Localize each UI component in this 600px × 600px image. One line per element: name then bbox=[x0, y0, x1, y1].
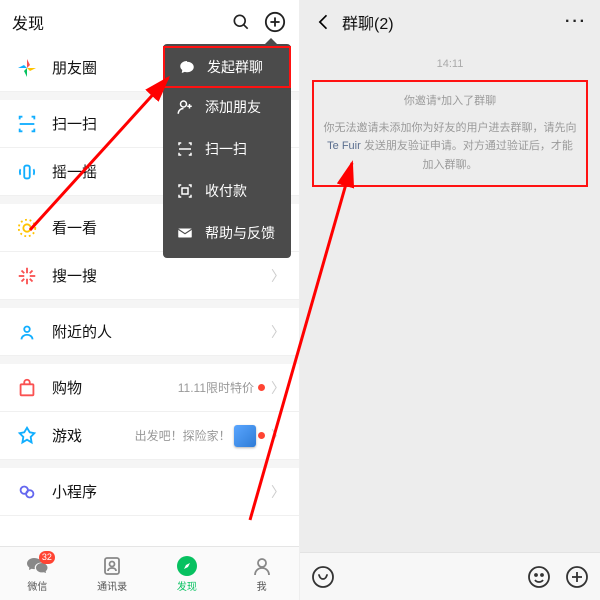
menu-item-label: 扫一扫 bbox=[205, 139, 247, 159]
badge: 32 bbox=[39, 551, 55, 564]
system-message: 你邀请*加入了群聊 你无法邀请未添加你为好友的用户进去群聊，请先向 Te Fui… bbox=[312, 80, 588, 187]
chevron-right-icon: 〉 bbox=[271, 322, 285, 342]
list-item-label: 游戏 bbox=[52, 425, 135, 446]
list-item-meta: 出发吧！探险家！ bbox=[135, 425, 265, 447]
tab-label: 发现 bbox=[177, 578, 197, 593]
scan-icon bbox=[175, 139, 195, 159]
left-header: 发现 bbox=[0, 0, 299, 44]
chat-pane: 群聊(2) ··· 14:11 你邀请*加入了群聊 你无法邀请未添加你为好友的用… bbox=[300, 0, 600, 600]
chevron-right-icon: 〉 bbox=[271, 482, 285, 502]
red-dot-icon bbox=[258, 432, 265, 439]
shake-icon bbox=[14, 159, 40, 185]
tab-label: 通讯录 bbox=[97, 578, 127, 593]
menu-item-scan[interactable]: 扫一扫 bbox=[163, 128, 291, 170]
tab-label: 我 bbox=[257, 578, 267, 593]
menu-item-label: 发起群聊 bbox=[207, 57, 263, 77]
scan-icon bbox=[14, 111, 40, 137]
tab-contacts[interactable]: 通讯录 bbox=[75, 547, 150, 600]
menu-item-label: 收付款 bbox=[205, 181, 247, 201]
list-item-shopping[interactable]: 购物 11.11限时特价 〉 bbox=[0, 364, 299, 412]
list-item-games[interactable]: 游戏 出发吧！探险家！ 〉 bbox=[0, 412, 299, 460]
list-item-label: 附近的人 bbox=[52, 321, 265, 342]
miniprogram-icon bbox=[14, 479, 40, 505]
moments-icon bbox=[14, 55, 40, 81]
emoji-icon[interactable] bbox=[526, 564, 552, 590]
right-header: 群聊(2) ··· bbox=[300, 0, 600, 44]
discover-pane: 发现 朋友圈 〉 扫一扫 〉 bbox=[0, 0, 300, 600]
mail-icon bbox=[175, 223, 195, 243]
menu-item-label: 帮助与反馈 bbox=[205, 223, 275, 243]
list-item-label: 搜一搜 bbox=[52, 265, 265, 286]
user-link[interactable]: Te Fuir bbox=[327, 140, 361, 152]
nearby-icon bbox=[14, 319, 40, 345]
list-item-miniprograms[interactable]: 小程序 〉 bbox=[0, 468, 299, 516]
search-icon[interactable] bbox=[229, 10, 253, 34]
left-tabbar: 32 微信 通讯录 发现 我 bbox=[0, 546, 299, 600]
system-line: 你无法邀请未添加你为好友的用户进去群聊，请先向 Te Fuir 发送朋友验证申请… bbox=[322, 119, 578, 175]
left-title: 发现 bbox=[12, 10, 219, 34]
chat-input-bar bbox=[300, 552, 600, 600]
search-discover-icon bbox=[14, 263, 40, 289]
tab-label: 微信 bbox=[27, 578, 47, 593]
plus-icon[interactable] bbox=[263, 10, 287, 34]
list-item-label: 购物 bbox=[52, 377, 178, 398]
game-thumb-icon bbox=[234, 425, 256, 447]
list-item-nearby[interactable]: 附近的人 〉 bbox=[0, 308, 299, 356]
attach-plus-icon[interactable] bbox=[564, 564, 590, 590]
more-icon[interactable]: ··· bbox=[564, 10, 588, 34]
back-icon[interactable] bbox=[312, 10, 336, 34]
chevron-right-icon: 〉 bbox=[271, 266, 285, 286]
timestamp: 14:11 bbox=[300, 58, 600, 70]
chat-bubble-icon bbox=[177, 57, 197, 77]
menu-item-label: 添加朋友 bbox=[205, 97, 261, 117]
topstories-icon bbox=[14, 215, 40, 241]
plus-dropdown: 发起群聊 添加朋友 扫一扫 收付款 帮助与反馈 bbox=[163, 44, 291, 258]
red-dot-icon bbox=[258, 384, 265, 391]
tab-me[interactable]: 我 bbox=[224, 547, 299, 600]
chevron-right-icon: 〉 bbox=[271, 378, 285, 398]
menu-item-groupchat[interactable]: 发起群聊 bbox=[163, 46, 291, 88]
tab-wechat[interactable]: 32 微信 bbox=[0, 547, 75, 600]
pay-icon bbox=[175, 181, 195, 201]
list-item-search[interactable]: 搜一搜 〉 bbox=[0, 252, 299, 300]
menu-item-feedback[interactable]: 帮助与反馈 bbox=[163, 212, 291, 254]
list-item-label: 小程序 bbox=[52, 481, 265, 502]
chevron-right-icon: 〉 bbox=[271, 426, 285, 446]
system-line: 你邀请*加入了群聊 bbox=[322, 92, 578, 111]
voice-icon[interactable] bbox=[310, 564, 336, 590]
list-item-meta: 11.11限时特价 bbox=[178, 379, 265, 396]
tab-discover[interactable]: 发现 bbox=[150, 547, 225, 600]
chat-title: 群聊(2) bbox=[342, 10, 554, 34]
menu-item-addfriend[interactable]: 添加朋友 bbox=[163, 86, 291, 128]
menu-item-pay[interactable]: 收付款 bbox=[163, 170, 291, 212]
add-friend-icon bbox=[175, 97, 195, 117]
shopping-icon bbox=[14, 375, 40, 401]
games-icon bbox=[14, 423, 40, 449]
